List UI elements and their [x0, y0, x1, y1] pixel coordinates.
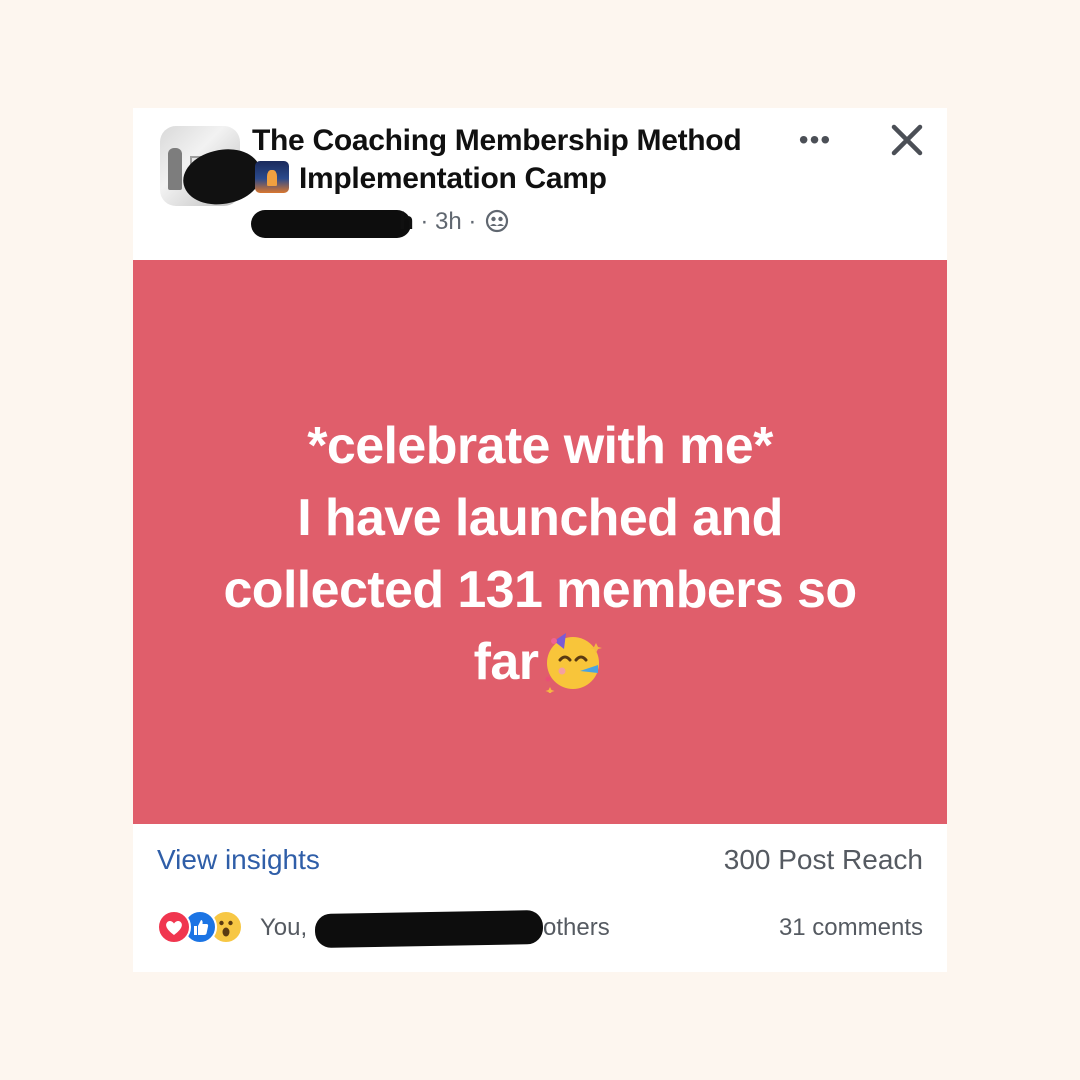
close-icon — [891, 124, 923, 156]
group-name-continued[interactable]: Implementation Camp — [299, 162, 607, 196]
group-badge-icon — [255, 161, 289, 193]
banner-line: *celebrate with me* — [307, 417, 773, 475]
banner-text: *celebrate with me* I have launched and … — [173, 410, 907, 698]
reactors-prefix[interactable]: You, — [260, 914, 307, 942]
more-options-button[interactable]: ••• — [793, 126, 837, 154]
group-name[interactable]: The Coaching Membership Method — [252, 124, 742, 158]
redaction-mark — [314, 910, 544, 948]
view-insights-link[interactable]: View insights — [157, 844, 320, 876]
post-reach-count: 300 Post Reach — [723, 844, 923, 875]
post-meta: h · 3h · — [251, 206, 551, 240]
partying-face-icon — [545, 633, 603, 693]
banner-line: I have launched and — [297, 489, 783, 547]
redaction-mark — [251, 210, 411, 238]
author-name-tail[interactable]: h — [399, 208, 414, 235]
post-text-banner: *celebrate with me* I have launched and … — [133, 260, 947, 824]
love-reaction-icon — [157, 910, 191, 944]
more-horizontal-icon: ••• — [798, 124, 832, 155]
reaction-icons[interactable] — [157, 910, 257, 944]
close-button[interactable] — [885, 118, 929, 162]
post-header: The Coaching Membership Method Implement… — [133, 108, 947, 260]
comments-count-link[interactable]: 31 comments — [779, 914, 923, 942]
reactions-row: You, others 31 comments — [133, 898, 947, 958]
post-time[interactable]: · 3h · — [420, 208, 476, 235]
post-card: The Coaching Membership Method Implement… — [133, 108, 947, 972]
banner-line: far — [473, 633, 539, 691]
banner-line: collected 131 members so — [223, 561, 857, 619]
banner-line-last: far — [173, 626, 907, 698]
avatar-figure — [168, 148, 182, 190]
reactors-suffix[interactable]: others — [543, 914, 610, 942]
insights-row: View insights 300 Post Reach — [133, 824, 947, 896]
post-meta-text: h · 3h · — [399, 208, 509, 236]
group-members-icon — [485, 209, 509, 233]
